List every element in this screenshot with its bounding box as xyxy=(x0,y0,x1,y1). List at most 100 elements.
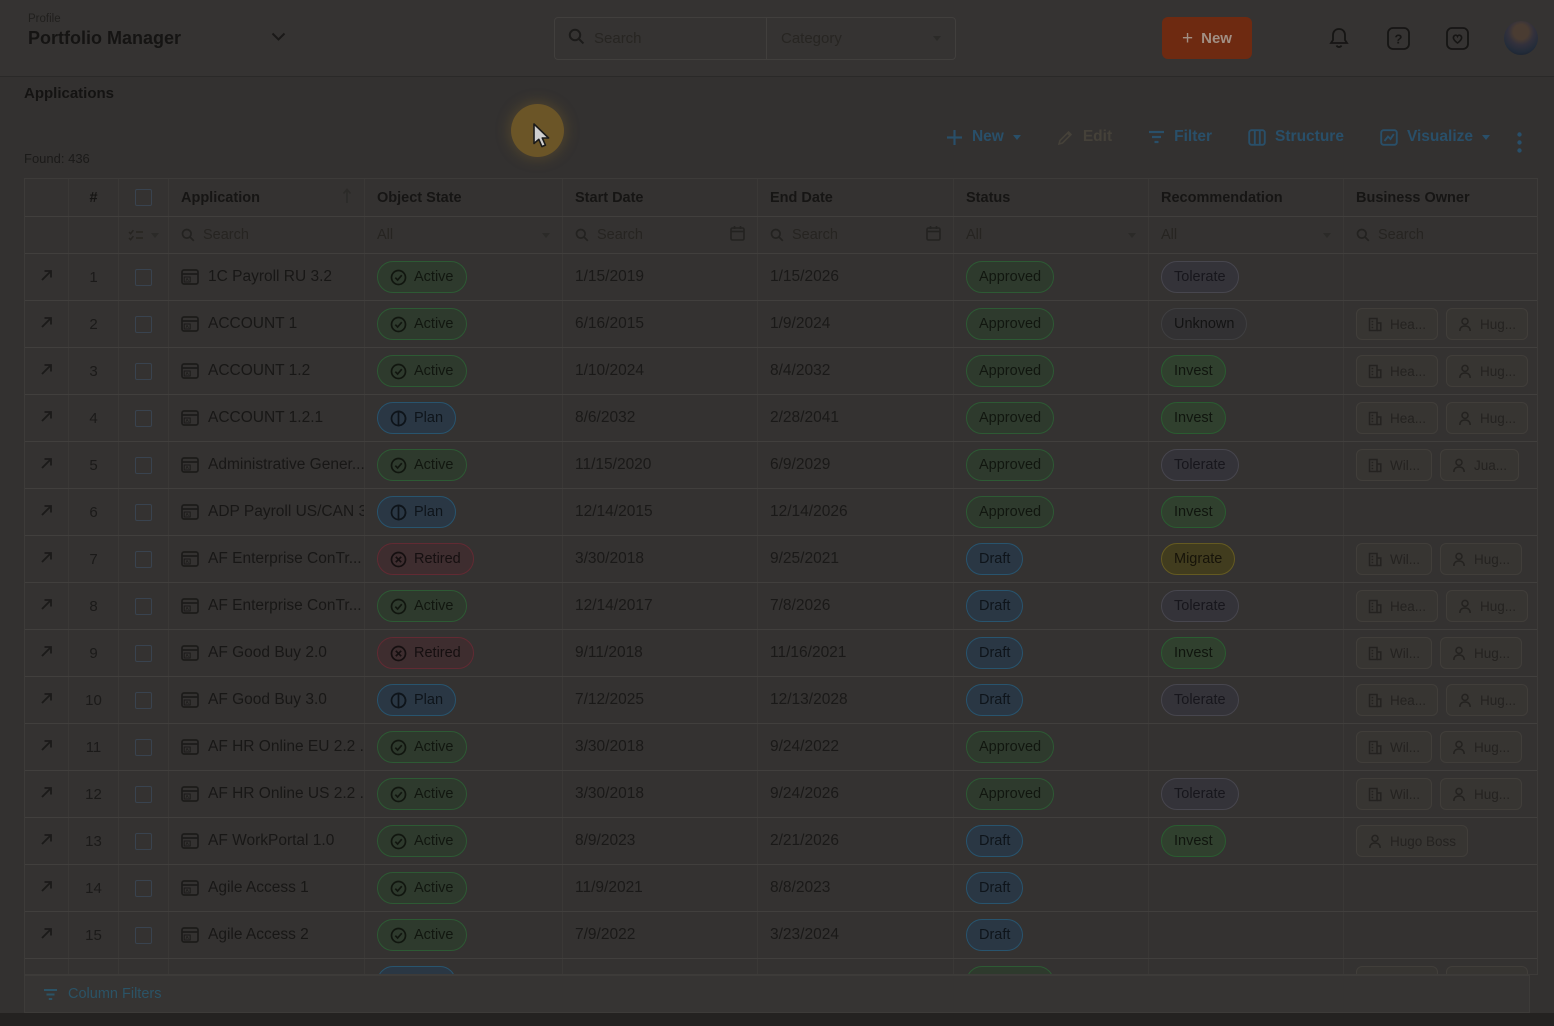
owner-chip-person[interactable]: Hug... xyxy=(1440,637,1522,669)
owner-chip-person[interactable]: Hug... xyxy=(1446,308,1528,340)
favorites-icon[interactable] xyxy=(1445,26,1471,52)
application-name-link[interactable]: A AF HR Online US 2.2 ... xyxy=(181,785,365,803)
toolbar-filter-button[interactable]: Filter xyxy=(1148,128,1212,146)
open-fact-sheet-icon[interactable] xyxy=(39,456,54,474)
open-fact-sheet-icon[interactable] xyxy=(39,785,54,803)
application-name-link[interactable]: A 1C Payroll RU 3.2 xyxy=(181,268,332,286)
header-end-date[interactable]: End Date xyxy=(758,179,954,216)
filter-recommendation[interactable]: All xyxy=(1149,217,1344,253)
filter-end-date[interactable]: Search xyxy=(758,217,954,253)
row-checkbox[interactable] xyxy=(135,269,152,286)
open-fact-sheet-icon[interactable] xyxy=(39,503,54,521)
row-checkbox[interactable] xyxy=(135,457,152,474)
owner-chip-org[interactable]: Hea... xyxy=(1356,684,1438,716)
owner-chip-org[interactable]: Wil... xyxy=(1356,449,1432,481)
owner-chip-org[interactable]: Wil... xyxy=(1356,637,1432,669)
owner-chip-person[interactable]: Hug... xyxy=(1446,684,1528,716)
application-name-link[interactable]: A Agile Access 2 xyxy=(181,926,309,944)
open-fact-sheet-icon[interactable] xyxy=(39,550,54,568)
calendar-icon[interactable] xyxy=(926,225,941,245)
row-checkbox[interactable] xyxy=(135,598,152,615)
header-recommendation[interactable]: Recommendation xyxy=(1149,179,1344,216)
toolbar-structure-button[interactable]: Structure xyxy=(1248,128,1344,146)
application-name-link[interactable]: A AF Good Buy 3.0 xyxy=(181,691,327,709)
application-search-input[interactable]: Search xyxy=(203,227,249,243)
row-checkbox[interactable] xyxy=(135,363,152,380)
open-fact-sheet-icon[interactable] xyxy=(39,362,54,380)
header-business-owner[interactable]: Business Owner xyxy=(1344,179,1537,216)
header-object-state[interactable]: Object State xyxy=(365,179,563,216)
row-checkbox[interactable] xyxy=(135,410,152,427)
owner-chip-org[interactable]: Wil... xyxy=(1356,543,1432,575)
search-input[interactable]: Search xyxy=(594,30,766,47)
open-fact-sheet-icon[interactable] xyxy=(39,644,54,662)
row-checkbox[interactable] xyxy=(135,786,152,803)
open-fact-sheet-icon[interactable] xyxy=(39,691,54,709)
new-button-primary[interactable]: + New xyxy=(1162,17,1252,59)
row-checkbox[interactable] xyxy=(135,927,152,944)
owner-chip-person[interactable]: Hug... xyxy=(1446,355,1528,387)
owner-chip-person[interactable]: Hug... xyxy=(1440,543,1522,575)
owner-chip-person[interactable]: Jua... xyxy=(1440,449,1519,481)
owner-chip-person[interactable]: Hugo Boss xyxy=(1356,825,1468,857)
application-name-link[interactable]: A ADP Payroll US/CAN 3 xyxy=(181,503,365,521)
help-icon[interactable]: ? xyxy=(1386,26,1412,52)
open-fact-sheet-icon[interactable] xyxy=(39,409,54,427)
filter-status[interactable]: All xyxy=(954,217,1149,253)
filter-business-owner[interactable]: Search xyxy=(1344,217,1537,253)
sort-ascending-icon[interactable] xyxy=(342,188,352,208)
category-select[interactable]: Category xyxy=(767,30,955,47)
application-name-link[interactable]: A AF Good Buy 2.0 xyxy=(181,644,327,662)
header-num[interactable]: # xyxy=(69,179,119,216)
owner-search-input[interactable]: Search xyxy=(1378,227,1424,243)
row-checkbox[interactable] xyxy=(135,739,152,756)
owner-chip-person[interactable]: Hug... xyxy=(1440,778,1522,810)
row-checkbox[interactable] xyxy=(135,504,152,521)
owner-chip-person[interactable]: Hug... xyxy=(1446,590,1528,622)
owner-chip-org[interactable]: Hea... xyxy=(1356,590,1438,622)
owner-chip-person[interactable]: Hug... xyxy=(1446,966,1528,975)
application-name-link[interactable]: A ACCOUNT 1.2.1 xyxy=(181,409,323,427)
open-fact-sheet-icon[interactable] xyxy=(39,315,54,333)
open-fact-sheet-icon[interactable] xyxy=(39,268,54,286)
owner-chip-org[interactable]: Wil... xyxy=(1356,778,1432,810)
row-checkbox[interactable] xyxy=(135,316,152,333)
row-checkbox[interactable] xyxy=(135,880,152,897)
application-name-link[interactable]: A ACCOUNT 1 xyxy=(181,315,297,333)
header-status[interactable]: Status xyxy=(954,179,1149,216)
owner-chip-person[interactable]: Hug... xyxy=(1446,402,1528,434)
open-fact-sheet-icon[interactable] xyxy=(39,738,54,756)
application-name-link[interactable]: A AF Enterprise ConTr... xyxy=(181,597,362,615)
end-date-search-input[interactable]: Search xyxy=(792,227,838,243)
row-checkbox[interactable] xyxy=(135,551,152,568)
avatar[interactable] xyxy=(1504,21,1538,55)
select-all-checkbox[interactable] xyxy=(135,189,152,206)
application-name-link[interactable]: A AF WorkPortal 1.0 xyxy=(181,832,334,850)
filter-object-state[interactable]: All xyxy=(365,217,563,253)
more-options-icon[interactable] xyxy=(1510,130,1528,154)
calendar-icon[interactable] xyxy=(730,225,745,245)
toolbar-new-button[interactable]: New xyxy=(946,128,1021,146)
application-name-link[interactable]: A Administrative Gener... xyxy=(181,456,365,474)
bell-icon[interactable] xyxy=(1327,26,1353,52)
row-checkbox[interactable] xyxy=(135,692,152,709)
row-checkbox[interactable] xyxy=(135,833,152,850)
filter-application[interactable]: Search xyxy=(169,217,365,253)
application-name-link[interactable]: A ACCOUNT 1.2 xyxy=(181,362,310,380)
application-name-link[interactable]: A Agile Access 1 xyxy=(181,879,309,897)
toolbar-edit-button[interactable]: Edit xyxy=(1057,128,1112,146)
owner-chip-org[interactable]: Hea... xyxy=(1356,308,1438,340)
start-date-search-input[interactable]: Search xyxy=(597,227,643,243)
column-filters-bar[interactable]: Column Filters xyxy=(24,975,1530,1013)
open-fact-sheet-icon[interactable] xyxy=(39,597,54,615)
filter-start-date[interactable]: Search xyxy=(563,217,758,253)
row-checkbox[interactable] xyxy=(135,645,152,662)
open-fact-sheet-icon[interactable] xyxy=(39,832,54,850)
header-start-date[interactable]: Start Date xyxy=(563,179,758,216)
toolbar-visualize-button[interactable]: Visualize xyxy=(1380,128,1490,146)
owner-chip-org[interactable]: Wil... xyxy=(1356,731,1432,763)
profile-switcher[interactable]: Profile Portfolio Manager xyxy=(28,13,286,49)
application-name-link[interactable]: A AF Enterprise ConTr... xyxy=(181,550,362,568)
header-application[interactable]: Application xyxy=(169,179,365,216)
owner-chip-org[interactable]: Hea... xyxy=(1356,355,1438,387)
